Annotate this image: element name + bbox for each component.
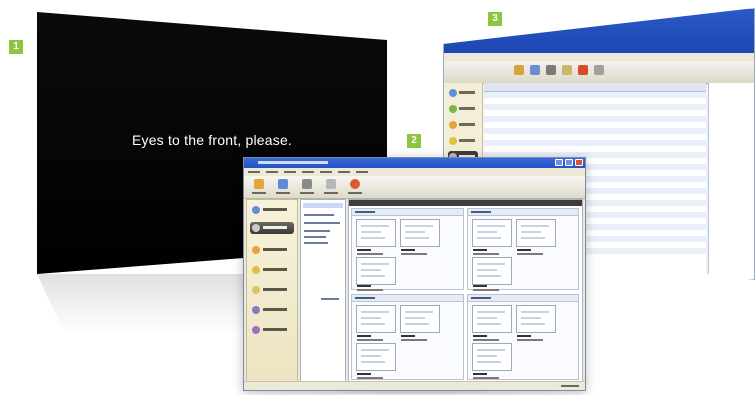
thumbnail-grid[interactable] — [348, 199, 583, 382]
folder-icon — [449, 105, 457, 113]
sidebar-item-5[interactable] — [250, 284, 294, 296]
window-title-bar[interactable] — [244, 158, 585, 168]
toolbar-button[interactable] — [320, 178, 342, 196]
apps-icon — [252, 306, 260, 314]
menu-item[interactable] — [302, 171, 314, 173]
sidebar-item-3[interactable] — [250, 244, 294, 256]
student-screen-thumbnail[interactable] — [356, 343, 396, 371]
window-title — [258, 161, 328, 164]
toolbar-button[interactable] — [296, 178, 318, 196]
tree-item[interactable] — [304, 242, 328, 244]
gear-icon — [252, 326, 260, 334]
menu-bar — [244, 168, 585, 176]
home-icon — [254, 179, 264, 189]
menu-item[interactable] — [284, 171, 296, 173]
toolbar — [444, 61, 754, 84]
toolbar-strip — [349, 200, 582, 206]
stop-icon — [350, 179, 360, 189]
tree-item[interactable] — [304, 214, 334, 216]
tree-item[interactable] — [304, 230, 330, 232]
photo-icon — [449, 137, 457, 145]
photo-icon — [252, 286, 260, 294]
screen-icon — [252, 224, 260, 232]
tree-item[interactable] — [321, 298, 339, 300]
status-bar — [244, 381, 585, 390]
student-screen-thumbnail[interactable] — [472, 343, 512, 371]
sidebar-item-7[interactable] — [250, 324, 294, 336]
maximize-button[interactable] — [565, 159, 573, 166]
group-tree[interactable] — [300, 199, 346, 382]
stop-icon[interactable] — [578, 65, 588, 75]
student-screen-thumbnail[interactable] — [356, 305, 396, 333]
class-group[interactable] — [351, 294, 464, 380]
menu-item[interactable] — [248, 171, 260, 173]
folder-icon[interactable] — [562, 65, 572, 75]
student-screen-thumbnail[interactable] — [356, 219, 396, 247]
student-screen-thumbnail[interactable] — [516, 219, 556, 247]
student-screen-thumbnail[interactable] — [516, 305, 556, 333]
home-icon — [252, 206, 260, 214]
student-screen-thumbnail[interactable] — [472, 257, 512, 285]
refresh-icon[interactable] — [594, 65, 604, 75]
screen-icon[interactable] — [530, 65, 540, 75]
tree-item-selected[interactable] — [303, 203, 343, 208]
menu-item[interactable] — [266, 171, 278, 173]
home-icon[interactable] — [514, 65, 524, 75]
folder-icon — [252, 246, 260, 254]
toolbar-button[interactable] — [272, 178, 294, 196]
toolbar — [244, 176, 585, 199]
class-group[interactable] — [351, 208, 464, 291]
step-badge-1: 1 — [9, 40, 23, 54]
navigation-sidebar — [246, 199, 298, 382]
sidebar-item-6[interactable] — [250, 304, 294, 316]
menu-item[interactable] — [356, 171, 368, 173]
menu-bar[interactable] — [444, 53, 754, 61]
menu-item[interactable] — [338, 171, 350, 173]
sidebar-item-4[interactable] — [250, 264, 294, 276]
tree-item[interactable] — [304, 222, 340, 224]
gear-icon — [302, 179, 312, 189]
student-screen-thumbnail[interactable] — [472, 219, 512, 247]
refresh-icon — [326, 179, 336, 189]
menu-item[interactable] — [320, 171, 332, 173]
class-group[interactable] — [467, 208, 579, 291]
table-header[interactable] — [484, 83, 706, 92]
step-badge-3: 3 — [488, 12, 502, 26]
student-screen-thumbnail[interactable] — [356, 257, 396, 285]
step-badge-2: 2 — [407, 134, 421, 148]
tree-item[interactable] — [304, 236, 326, 238]
class-group[interactable] — [467, 294, 579, 380]
sidebar-item-1[interactable] — [448, 87, 478, 99]
close-button[interactable] — [575, 159, 583, 166]
sidebar-item-4[interactable] — [448, 135, 478, 147]
detail-pane[interactable] — [708, 83, 754, 279]
window-shadow — [250, 390, 580, 395]
student-screen-thumbnail[interactable] — [400, 305, 440, 333]
sidebar-item-1[interactable] — [250, 204, 294, 216]
blank-screen-message: Eyes to the front, please. — [131, 132, 293, 148]
toolbar-button[interactable] — [248, 178, 270, 196]
music-icon — [252, 266, 260, 274]
sidebar-item-active[interactable] — [250, 222, 294, 234]
student-screen-thumbnail[interactable] — [400, 219, 440, 247]
sidebar-item-3[interactable] — [448, 119, 478, 131]
student-screen-thumbnail[interactable] — [472, 305, 512, 333]
music-icon — [449, 121, 457, 129]
screen-icon — [278, 179, 288, 189]
thumbnail-view-window[interactable] — [243, 157, 586, 391]
minimize-button[interactable] — [555, 159, 563, 166]
gear-icon[interactable] — [546, 65, 556, 75]
home-icon — [449, 89, 457, 97]
toolbar-button[interactable] — [344, 178, 366, 196]
sidebar-item-2[interactable] — [448, 103, 478, 115]
